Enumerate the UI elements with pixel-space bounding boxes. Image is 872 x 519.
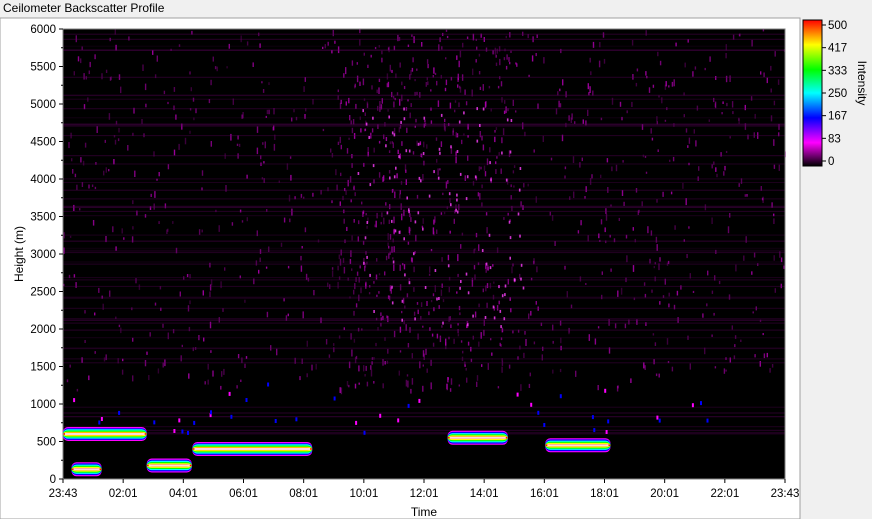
feature-low-cloud-layer-B <box>71 462 102 477</box>
x-tick-label: 16:01 <box>530 488 559 500</box>
x-tick-label: 02:01 <box>109 488 138 500</box>
x-tick-label: 23:43 <box>771 488 800 500</box>
x-tick-label: 06:01 <box>229 488 258 500</box>
feature-low-cloud-layer-C <box>146 458 192 473</box>
feature-stratus-layer <box>192 442 313 456</box>
plot-area <box>63 29 786 479</box>
y-tick-label: 6000 <box>30 24 56 36</box>
x-tick-label: 12:01 <box>410 488 439 500</box>
y-tick-label: 3500 <box>30 212 56 224</box>
y-tick-label: 1000 <box>30 399 56 411</box>
x-tick-label: 14:01 <box>470 488 499 500</box>
y-tick-label: 0 <box>50 474 56 486</box>
y-tick-label: 1500 <box>30 362 56 374</box>
heatmap-chart: 6000550050004500400035003000250020001500… <box>0 17 869 519</box>
x-axis-label: Time <box>411 505 438 519</box>
colorbar-label: Intensity <box>855 61 869 106</box>
colorbar: 500 417 333 250 167 83 0 Intensity <box>802 19 869 168</box>
colorbar-tick-label: 250 <box>828 88 847 100</box>
colorbar-gradient <box>802 19 823 167</box>
colorbar-tick-label: 333 <box>828 65 847 77</box>
colorbar-tick-label: 167 <box>828 111 847 123</box>
colorbar-tick-label: 500 <box>828 20 847 32</box>
y-tick-label: 4500 <box>30 137 56 149</box>
x-tick-label: 04:01 <box>169 488 198 500</box>
y-tick-label: 2000 <box>30 324 56 336</box>
chart-window: Ceilometer Backscatter Profile 6000 5500 5… <box>0 0 872 519</box>
colorbar-tick-label: 0 <box>828 156 834 168</box>
plot-background <box>63 29 785 479</box>
feature-broken-cloud <box>447 430 508 445</box>
colorbar-tick-label: 83 <box>828 133 841 145</box>
feature-stratus-layer-2 <box>545 438 611 453</box>
y-tick-label: 3000 <box>30 249 56 261</box>
x-tick-label: 18:01 <box>590 488 619 500</box>
y-tick-label: 500 <box>37 437 56 449</box>
feature-low-cloud-layer-A <box>63 427 147 441</box>
y-tick-label: 4000 <box>30 174 56 186</box>
x-tick-label: 23:43 <box>49 488 78 500</box>
x-tick-label: 20:01 <box>650 488 679 500</box>
y-tick-label: 5500 <box>30 62 56 74</box>
y-tick-label: 5000 <box>30 99 56 111</box>
x-tick-label: 22:01 <box>710 488 739 500</box>
y-axis-label: Height (m) <box>12 226 26 282</box>
y-tick-label: 2500 <box>30 287 56 299</box>
x-tick-label: 08:01 <box>289 488 318 500</box>
x-tick-label: 10:01 <box>349 488 378 500</box>
colorbar-tick-label: 417 <box>828 43 847 55</box>
